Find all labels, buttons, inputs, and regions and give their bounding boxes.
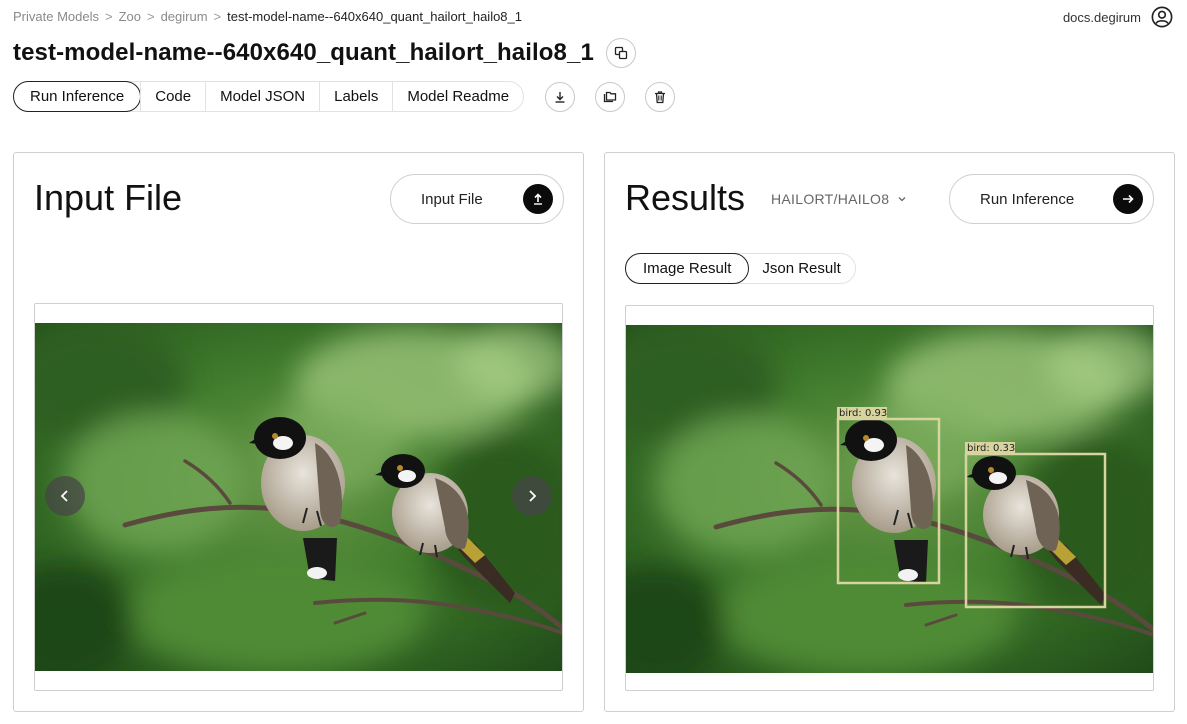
run-inference-button-label: Run Inference [980, 190, 1075, 208]
upload-icon-circle [523, 184, 553, 214]
results-panel: Results HAILORT/HAILO8 Run Inference Ima… [604, 152, 1175, 712]
download-button[interactable] [545, 81, 576, 112]
breadcrumb-item-private-models[interactable]: Private Models [13, 9, 99, 24]
docs-link[interactable]: docs.degirum [1063, 10, 1141, 25]
next-image-button[interactable] [512, 476, 552, 516]
input-image [35, 323, 563, 671]
runtime-select-value: HAILORT/HAILO8 [771, 191, 890, 207]
tab-image-result[interactable]: Image Result [625, 253, 750, 284]
breadcrumb-separator: > [104, 9, 113, 24]
copy-icon [614, 46, 628, 60]
results-heading: Results [625, 177, 746, 218]
breadcrumb-separator: > [146, 9, 155, 24]
tab-model-json[interactable]: Model JSON [205, 82, 319, 111]
tabs-row: Run Inference Code Model JSON Labels Mod… [13, 81, 676, 112]
breadcrumb-current: test-model-name--640x640_quant_hailort_h… [227, 9, 523, 24]
input-file-button-label: Input File [421, 190, 483, 208]
user-icon[interactable] [1151, 6, 1173, 28]
detection-label-1: bird: 0.93 [839, 408, 887, 419]
chevron-left-icon [60, 490, 68, 502]
folder-icon [603, 91, 617, 102]
arrow-right-icon [1123, 194, 1134, 204]
breadcrumb-item-degirum[interactable]: degirum [161, 9, 208, 24]
copy-name-button[interactable] [605, 38, 636, 68]
detection-label-2: bird: 0.33 [967, 443, 1015, 454]
breadcrumb: Private Models > Zoo > degirum > test-mo… [13, 9, 522, 24]
input-image-frame [34, 303, 563, 691]
upload-icon [534, 193, 542, 205]
runtime-select[interactable]: HAILORT/HAILO8 [771, 191, 907, 207]
result-tabs: Image Result Json Result [625, 253, 856, 284]
run-inference-button[interactable]: Run Inference [949, 174, 1154, 224]
download-icon [555, 91, 565, 103]
duplicate-button[interactable] [595, 81, 626, 112]
chevron-down-icon [898, 197, 906, 202]
tab-code[interactable]: Code [140, 82, 205, 111]
title-row: test-model-name--640x640_quant_hailort_h… [13, 38, 636, 68]
input-panel: Input File Input File [13, 152, 584, 712]
tab-labels[interactable]: Labels [319, 82, 392, 111]
result-image-frame: bird: 0.93 bird: 0.33 [625, 305, 1154, 691]
tab-run-inference[interactable]: Run Inference [13, 81, 142, 112]
tab-json-result[interactable]: Json Result [748, 254, 854, 283]
model-tabs: Run Inference Code Model JSON Labels Mod… [13, 81, 525, 112]
previous-image-button[interactable] [45, 476, 85, 516]
top-right-area: docs.degirum [1063, 6, 1173, 28]
arrow-icon-circle [1113, 184, 1143, 214]
breadcrumb-separator: > [213, 9, 222, 24]
tab-model-readme[interactable]: Model Readme [392, 82, 523, 111]
chevron-right-icon [529, 490, 537, 502]
breadcrumb-item-zoo[interactable]: Zoo [119, 9, 141, 24]
result-image: bird: 0.93 bird: 0.33 [626, 325, 1154, 673]
input-heading: Input File [34, 177, 183, 218]
delete-button[interactable] [645, 81, 676, 112]
input-file-button[interactable]: Input File [390, 174, 564, 224]
page-title: test-model-name--640x640_quant_hailort_h… [13, 39, 594, 66]
model-actions [545, 81, 676, 112]
trash-icon [655, 90, 666, 103]
